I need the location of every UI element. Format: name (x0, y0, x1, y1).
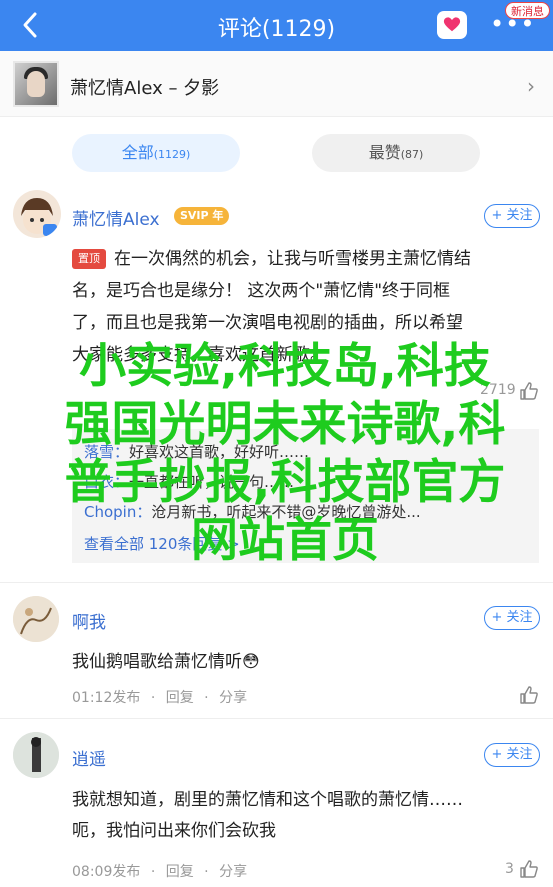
comment-text: 了，而且也是我第一次演唱电视剧的插曲，所以希望 (72, 313, 463, 333)
chevron-right-icon: › (527, 74, 535, 98)
reply-button[interactable]: 回复 (166, 690, 194, 706)
username[interactable]: 啊我 (72, 608, 106, 633)
divider (0, 718, 553, 719)
divider (0, 582, 553, 583)
page-title: 评论(1129) (217, 17, 336, 42)
watermark-line: 强国光明未来诗歌,科 (64, 397, 506, 452)
comment-text: 在一次偶然的机会，让我与听雪楼男主萧忆情结 (114, 249, 471, 269)
watermark-overlay: 小实验,科技岛,科技 强国光明未来诗歌,科 普手抄报,科技部官方 网站首页 (40, 338, 530, 570)
message-badge[interactable]: 新消息 (505, 2, 550, 19)
avatar[interactable] (13, 190, 61, 238)
thumb-up-icon[interactable] (519, 859, 539, 879)
reply-button[interactable]: 回复 (166, 864, 194, 880)
comment-text: 我仙鹅唱歌给萧忆情听😳 (72, 652, 260, 672)
watermark-line: 普手抄报,科技部官方 (64, 455, 506, 510)
pinned-badge: 置顶 (72, 249, 106, 269)
album-cover (13, 61, 59, 107)
follow-button[interactable]: + 关注 (484, 606, 540, 630)
share-button[interactable]: 分享 (219, 690, 247, 706)
header-bar: 评论(1129) ••• 新消息 (0, 0, 553, 51)
username[interactable]: 萧忆情Alex (72, 205, 160, 230)
tab-hot-count: (87) (400, 148, 424, 161)
song-title: 萧忆情Alex – 夕影 (70, 78, 220, 99)
watermark-line: 小实验,科技岛,科技 (79, 339, 491, 394)
tab-all[interactable]: 全部(1129) (72, 134, 240, 172)
watermark-line: 网站首页 (191, 513, 379, 568)
tab-all-count: (1129) (153, 148, 191, 161)
avatar[interactable] (13, 732, 59, 778)
share-button[interactable]: 分享 (219, 864, 247, 880)
comment-time: 08:09发布 (72, 864, 141, 880)
song-bar[interactable]: 萧忆情Alex – 夕影 › (0, 51, 553, 117)
thumb-up-icon[interactable] (519, 685, 539, 705)
heart-icon (443, 17, 461, 32)
comment-text: 我就想知道，剧里的萧忆情和这个唱歌的萧忆情…… (72, 790, 463, 810)
username[interactable]: 逍遥 (72, 745, 106, 770)
follow-button[interactable]: + 关注 (484, 743, 540, 767)
comment-text: 名，是巧合也是缘分！ 这次两个"萧忆情"终于同框 (72, 281, 451, 301)
tab-hot-label: 最赞 (368, 143, 401, 162)
comment-time: 01:12发布 (72, 690, 141, 706)
like-count[interactable]: 3 (505, 861, 514, 877)
favorite-button[interactable] (437, 11, 467, 39)
follow-button[interactable]: + 关注 (484, 204, 540, 228)
comment-meta: 08:09发布 · 回复 · 分享 (72, 864, 248, 880)
avatar[interactable] (13, 596, 59, 642)
comment-text: 呃，我怕问出来你们会砍我 (72, 821, 276, 841)
tab-hot[interactable]: 最赞(87) (312, 134, 480, 172)
comment-meta: 01:12发布 · 回复 · 分享 (72, 690, 248, 706)
tab-all-label: 全部 (121, 143, 154, 162)
vip-badge: SVIP 年 (174, 207, 230, 225)
